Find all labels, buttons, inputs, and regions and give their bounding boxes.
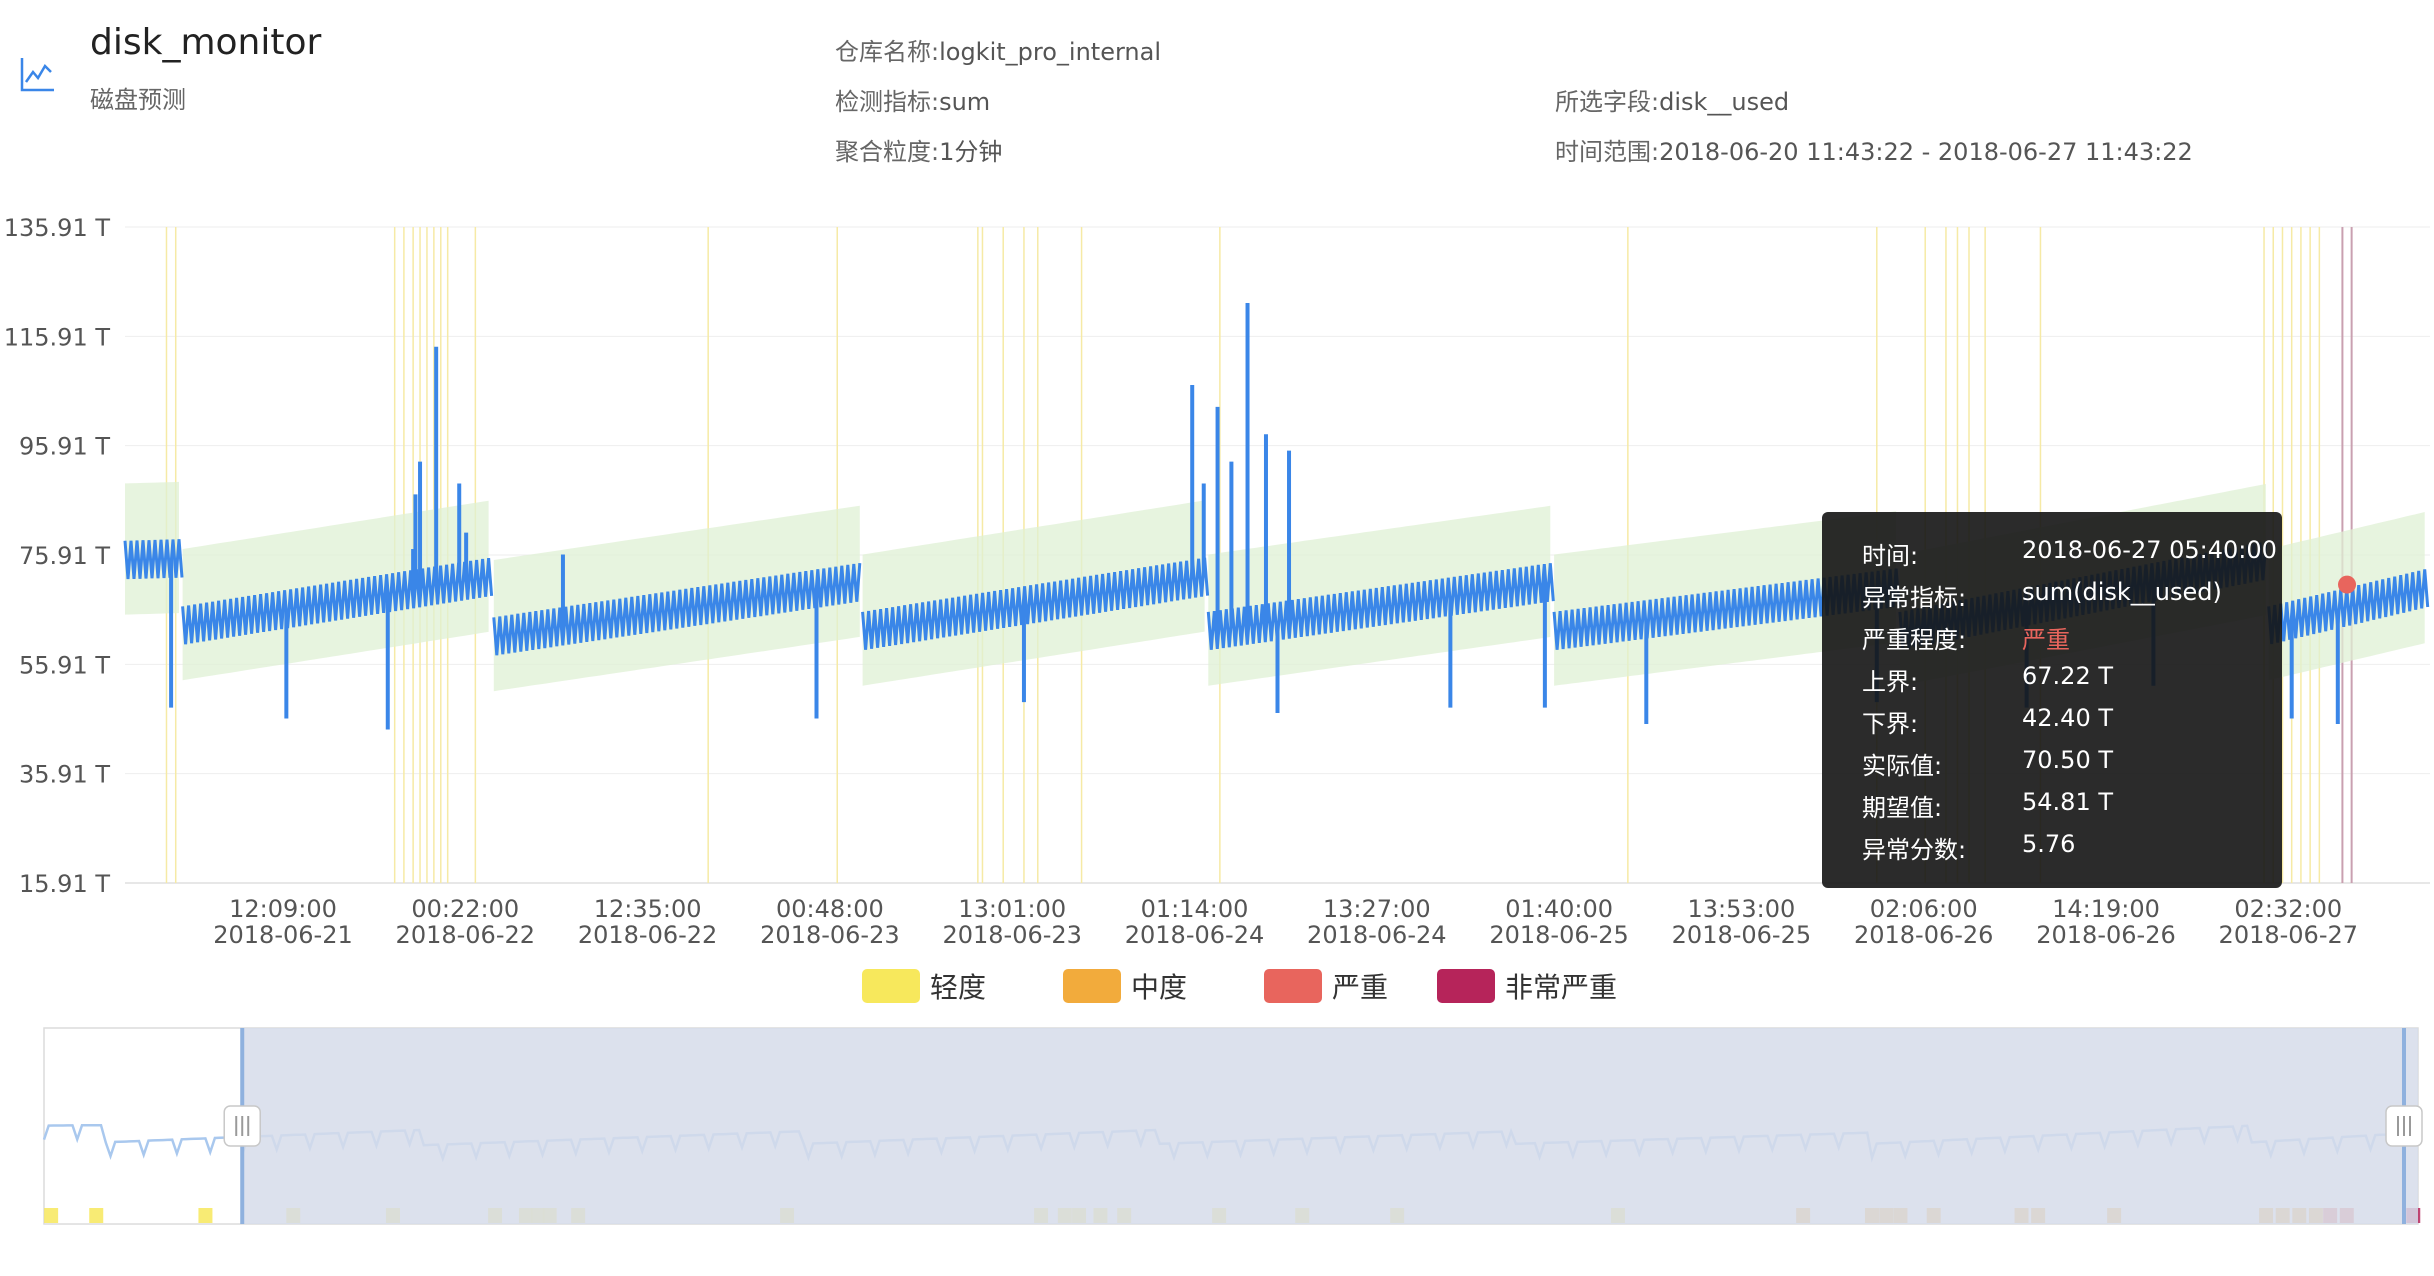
data-tooltip: 时间: 2018-06-27 05:40:00 异常指标: sum(disk__us…: [1822, 512, 2282, 888]
tooltip-score-value: 5.76: [2022, 830, 2076, 858]
legend-item-moderate[interactable]: 中度: [1063, 966, 1187, 1006]
tooltip-time-value: 2018-06-27 05:40:00: [2022, 536, 2277, 564]
tooltip-lower-value: 42.40 T: [2022, 704, 2113, 732]
x-tick-date: 2018-06-22: [396, 921, 535, 949]
legend-swatch-severe: [1264, 969, 1322, 1003]
tooltip-actual-value: 70.50 T: [2022, 746, 2113, 774]
tooltip-row-lower: 下界: 42.40 T: [1862, 704, 2113, 738]
meta-metric: 检测指标:sum: [835, 82, 990, 117]
legend-swatch-mild: [862, 969, 920, 1003]
x-axis-ticks: 12:09:002018-06-2100:22:002018-06-2212:3…: [213, 895, 2358, 949]
legend-label-mild: 轻度: [930, 971, 987, 1004]
zoom-marker: [89, 1208, 104, 1223]
x-tick-time: 14:19:00: [2052, 895, 2160, 923]
highlight-marker[interactable]: [2338, 575, 2357, 594]
page-title: disk_monitor: [90, 22, 322, 63]
tooltip-upper-label: 上界:: [1862, 668, 1919, 696]
x-tick-time: 01:40:00: [1505, 895, 1613, 923]
x-tick-date: 2018-06-27: [2219, 921, 2358, 949]
x-tick-date: 2018-06-26: [1854, 921, 1993, 949]
x-tick-date: 2018-06-24: [1125, 921, 1264, 949]
highlight-point: [2338, 575, 2357, 594]
tooltip-metric-label: 异常指标:: [1862, 584, 1967, 612]
x-tick-time: 00:48:00: [776, 895, 884, 923]
x-tick-date: 2018-06-22: [578, 921, 717, 949]
page-subtitle: 磁盘预测: [90, 86, 186, 114]
tooltip-severity-value: 严重: [2022, 626, 2070, 654]
y-tick-label: 35.91 T: [19, 761, 110, 789]
meta-field: 所选字段:disk__used: [1555, 82, 1789, 117]
meta-field-label: 所选字段:: [1555, 88, 1660, 116]
meta-field-value: disk__used: [1659, 88, 1790, 116]
meta-range-value: 2018-06-20 11:43:22 - 2018-06-27 11:43:2…: [1659, 138, 2193, 166]
meta-agg-label: 聚合粒度:: [835, 138, 940, 166]
x-tick-date: 2018-06-26: [2036, 921, 2175, 949]
tooltip-expected-label: 期望值:: [1862, 794, 1943, 822]
tooltip-row-metric: 异常指标: sum(disk__used): [1862, 578, 2222, 612]
meta-repo: 仓库名称:logkit_pro_internal: [835, 32, 1161, 67]
meta-range-label: 时间范围:: [1555, 138, 1660, 166]
tooltip-score-label: 异常分数:: [1862, 836, 1967, 864]
header: disk_monitor 磁盘预测 仓库名称:logkit_pro_intern…: [0, 0, 2434, 180]
x-tick-time: 12:35:00: [594, 895, 702, 923]
data-zoom-slider[interactable]: [0, 1022, 2434, 1232]
x-tick-time: 13:01:00: [958, 895, 1066, 923]
zoom-marker: [44, 1208, 59, 1223]
tooltip-row-severity: 严重程度: 严重: [1862, 620, 2070, 654]
zoom-marker: [198, 1208, 213, 1223]
y-tick-label: 95.91 T: [19, 433, 110, 461]
tooltip-row-time: 时间: 2018-06-27 05:40:00: [1862, 536, 2277, 570]
x-tick-date: 2018-06-25: [1489, 921, 1628, 949]
tooltip-time-label: 时间:: [1862, 542, 1919, 570]
x-tick-date: 2018-06-24: [1307, 921, 1446, 949]
x-tick-date: 2018-06-21: [213, 921, 352, 949]
meta-metric-label: 检测指标:: [835, 88, 940, 116]
x-tick-time: 01:14:00: [1141, 895, 1249, 923]
x-tick-date: 2018-06-23: [942, 921, 1081, 949]
legend-label-critical: 非常严重: [1505, 971, 1618, 1004]
tooltip-row-upper: 上界: 67.22 T: [1862, 662, 2113, 696]
tooltip-row-expected: 期望值: 54.81 T: [1862, 788, 2113, 822]
meta-metric-value: sum: [939, 88, 991, 116]
tooltip-lower-label: 下界:: [1862, 710, 1919, 738]
tooltip-row-score: 异常分数: 5.76: [1862, 830, 2075, 864]
meta-range: 时间范围:2018-06-20 11:43:22 - 2018-06-27 11…: [1555, 132, 2193, 167]
x-tick-time: 02:06:00: [1870, 895, 1978, 923]
x-tick-time: 13:27:00: [1323, 895, 1431, 923]
y-tick-label: 135.91 T: [4, 214, 111, 242]
y-tick-label: 15.91 T: [19, 870, 110, 898]
x-tick-date: 2018-06-25: [1672, 921, 1811, 949]
x-tick-time: 02:32:00: [2234, 895, 2342, 923]
tooltip-row-actual: 实际值: 70.50 T: [1862, 746, 2113, 780]
legend-item-critical[interactable]: 非常严重: [1437, 966, 1617, 1006]
y-tick-label: 75.91 T: [19, 542, 110, 570]
y-axis-ticks: 135.91 T 115.91 T 95.91 T 75.91 T 55.91 T 35.…: [4, 214, 111, 898]
legend-item-severe[interactable]: 严重: [1264, 966, 1388, 1006]
tooltip-expected-value: 54.81 T: [2022, 788, 2113, 816]
tooltip-actual-label: 实际值:: [1862, 752, 1943, 780]
meta-agg-value: 1分钟: [939, 138, 1003, 166]
legend-label-moderate: 中度: [1131, 971, 1188, 1004]
x-tick-time: 13:53:00: [1688, 895, 1796, 923]
legend-swatch-moderate: [1063, 969, 1121, 1003]
legend-label-severe: 严重: [1332, 971, 1389, 1004]
tooltip-metric-value: sum(disk__used): [2022, 578, 2222, 606]
x-tick-time: 12:09:00: [229, 895, 337, 923]
x-tick-date: 2018-06-23: [760, 921, 899, 949]
y-tick-label: 115.91 T: [4, 323, 111, 351]
tooltip-severity-label: 严重程度:: [1862, 626, 1967, 654]
x-tick-time: 00:22:00: [411, 895, 519, 923]
y-tick-label: 55.91 T: [19, 651, 110, 679]
meta-repo-value: logkit_pro_internal: [939, 38, 1161, 66]
legend: 轻度 中度 严重 非常严重: [0, 966, 2434, 1006]
line-chart-icon: [20, 58, 54, 92]
tooltip-upper-value: 67.22 T: [2022, 662, 2113, 690]
legend-item-mild[interactable]: 轻度: [862, 966, 986, 1006]
zoom-mask: [242, 1028, 2418, 1224]
zoom-mask-right: [242, 1028, 2418, 1224]
legend-swatch-critical: [1437, 969, 1495, 1003]
meta-agg: 聚合粒度:1分钟: [835, 132, 1002, 167]
meta-repo-label: 仓库名称:: [835, 38, 940, 66]
